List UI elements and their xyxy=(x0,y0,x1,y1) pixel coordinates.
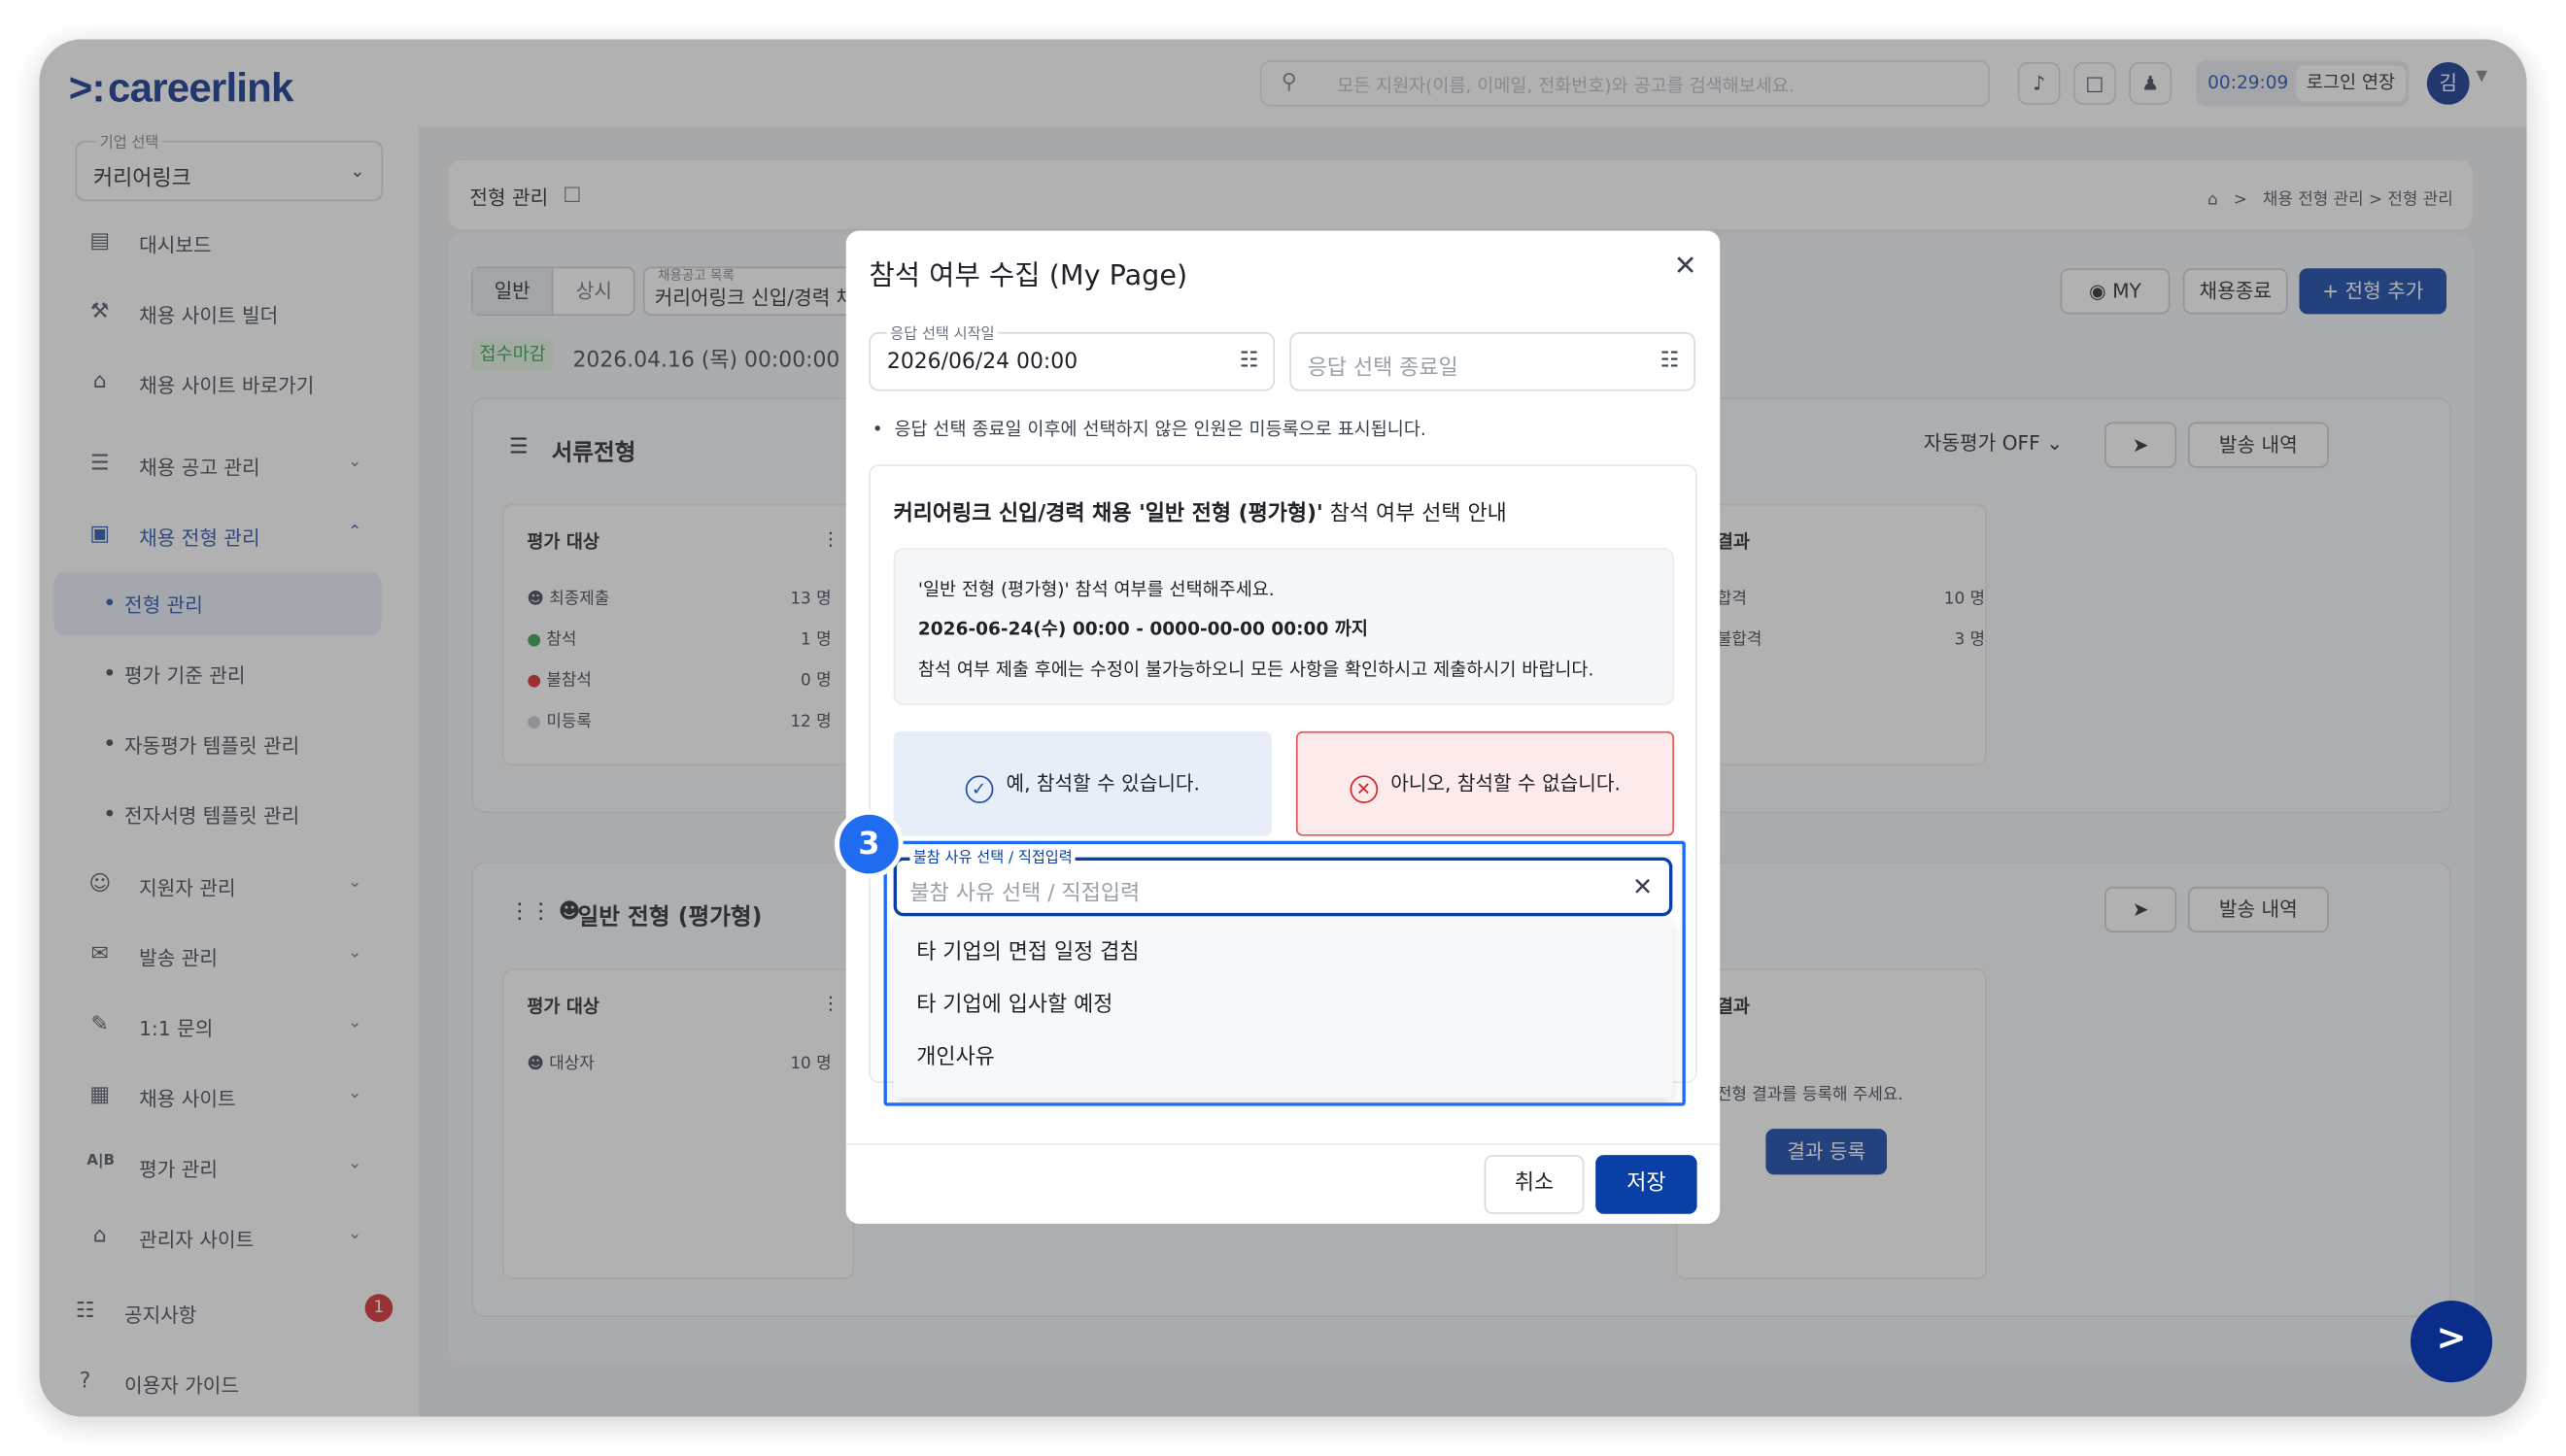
attend-yes-option[interactable]: ✓ 예, 참석할 수 있습니다. xyxy=(893,730,1272,836)
guide-warning: 참석 여부 제출 후에는 수정이 불가능하오니 모든 사항을 확인하시고 제출하… xyxy=(917,659,1594,681)
guide-line: '일반 전형 (평가형)' 참석 여부를 선택해주세요. xyxy=(917,579,1275,601)
x-circle-icon: ✕ xyxy=(1350,775,1378,803)
guide-title-rest: 참석 여부 선택 안내 xyxy=(1322,502,1507,527)
end-date-note: • 응답 선택 종료일 이후에 선택하지 않은 인원은 미등록으로 표시됩니다. xyxy=(872,419,1426,441)
save-button[interactable]: 저장 xyxy=(1595,1155,1697,1214)
modal-footer-divider xyxy=(845,1143,1721,1146)
end-date-field[interactable]: 응답 선택 종료일 ☷ xyxy=(1289,331,1695,391)
guide-title-bold: 커리어링크 신입/경력 채용 '일반 전형 (평가형)' xyxy=(893,502,1323,527)
guide-info-box: '일반 전형 (평가형)' 참석 여부를 선택해주세요. 2026-06-24(… xyxy=(893,548,1675,705)
step-highlight-box xyxy=(883,840,1686,1106)
chat-launcher-icon[interactable]: > xyxy=(2410,1301,2493,1383)
guide-title: 커리어링크 신입/경력 채용 '일반 전형 (평가형)' 참석 여부 선택 안내 xyxy=(894,495,1507,526)
attend-yes-label: 예, 참석할 수 있습니다. xyxy=(1006,771,1200,796)
end-date-placeholder: 응답 선택 종료일 xyxy=(1307,356,1458,382)
calendar-icon[interactable]: ☷ xyxy=(1659,349,1679,373)
guide-period: 2026-06-24(수) 00:00 - 0000-00-00 00:00 까… xyxy=(917,618,1368,640)
start-date-field[interactable]: 응답 선택 시작일 2026/06/24 00:00 ☷ xyxy=(869,322,1276,391)
check-circle-icon: ✓ xyxy=(965,775,994,803)
calendar-icon[interactable]: ☷ xyxy=(1240,349,1259,373)
note-text: 응답 선택 종료일 이후에 선택하지 않은 인원은 미등록으로 표시됩니다. xyxy=(894,419,1426,441)
attend-no-label: 아니오, 참석할 수 없습니다. xyxy=(1390,771,1621,796)
app-window: >: careerlink ⚲ 모든 지원자(이름, 이메일, 전화번호)와 공고… xyxy=(39,39,2527,1417)
attend-no-option[interactable]: ✕ 아니오, 참석할 수 없습니다. xyxy=(1295,730,1675,836)
close-icon[interactable]: ✕ xyxy=(1674,251,1697,284)
start-date-value: 2026/06/24 00:00 xyxy=(886,350,1078,375)
cancel-button[interactable]: 취소 xyxy=(1484,1155,1585,1214)
modal-title: 참석 여부 수집 (My Page) xyxy=(869,259,1188,293)
screenshot-stage: >: careerlink ⚲ 모든 지원자(이름, 이메일, 전화번호)와 공고… xyxy=(0,0,2566,1456)
step-number-badge: 3 xyxy=(834,809,904,879)
start-date-label: 응답 선택 시작일 xyxy=(886,322,998,344)
